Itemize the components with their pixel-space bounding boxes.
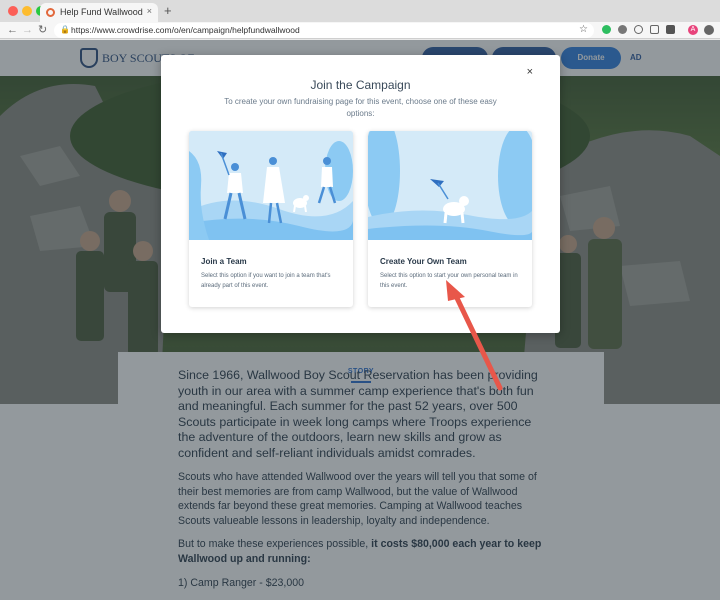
annotation-arrow-icon [446,280,503,391]
